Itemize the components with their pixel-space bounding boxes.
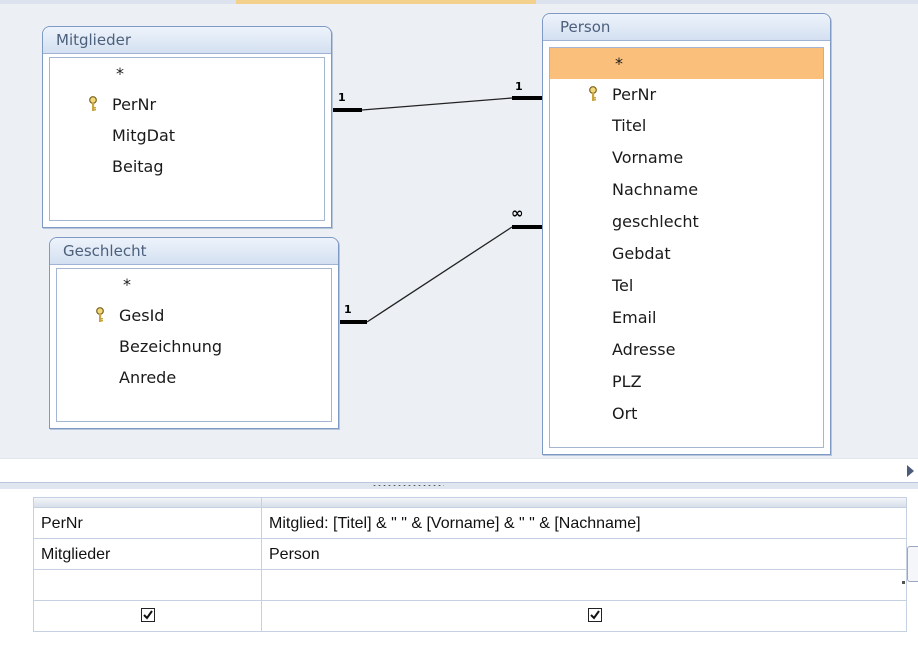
field-name: Titel <box>612 116 647 135</box>
field-titel[interactable]: Titel <box>550 110 823 141</box>
relation-from-cardinality: 1 <box>344 303 352 316</box>
field-name: * <box>615 54 623 73</box>
field-name: * <box>116 64 124 83</box>
field-list: * GesId Bezeichnung Anrede <box>56 268 332 422</box>
field-plz[interactable]: PLZ <box>550 366 823 397</box>
sort-cell[interactable] <box>262 570 907 601</box>
field-gebdat[interactable]: Gebdat <box>550 238 823 269</box>
field-nachname[interactable]: Nachname <box>550 174 823 205</box>
relation-mitglieder-person[interactable]: 1 1 <box>332 80 543 112</box>
horizontal-scrollbar[interactable] <box>0 458 918 483</box>
show-checkbox[interactable] <box>588 608 602 622</box>
field-name: MitgDat <box>112 126 176 145</box>
relation-geschlecht-person[interactable]: 1 ∞ <box>337 204 543 324</box>
primary-key-icon <box>96 307 104 322</box>
relation-from-cardinality: 1 <box>338 91 346 104</box>
primary-key-icon <box>89 96 97 111</box>
field-geschlecht[interactable]: geschlecht <box>550 206 823 237</box>
field-email[interactable]: Email <box>550 302 823 333</box>
field-pernr[interactable]: PerNr <box>550 79 823 110</box>
field-cell[interactable]: Mitglied: [Titel] & " " & [Vorname] & " … <box>262 508 907 539</box>
table-person[interactable]: Person * PerNr Titel Vorname Nachname ge… <box>542 13 831 455</box>
field-all[interactable]: * <box>57 269 331 300</box>
field-name: Tel <box>612 276 634 295</box>
table-geschlecht[interactable]: Geschlecht * GesId Bezeichnung Anrede <box>49 237 339 429</box>
field-name: * <box>123 275 131 294</box>
field-name: PerNr <box>612 85 657 104</box>
relation-to-cardinality: ∞ <box>511 204 524 222</box>
field-all[interactable]: * <box>550 48 823 79</box>
field-name: PLZ <box>612 372 642 391</box>
field-anrede[interactable]: Anrede <box>57 362 331 393</box>
column-selector[interactable] <box>262 497 907 508</box>
field-name: Beitag <box>112 157 164 176</box>
field-adresse[interactable]: Adresse <box>550 334 823 365</box>
field-mitgdat[interactable]: MitgDat <box>50 120 324 151</box>
field-name: Ort <box>612 404 638 423</box>
table-title[interactable]: Geschlecht <box>50 238 338 265</box>
field-tel[interactable]: Tel <box>550 270 823 301</box>
field-name: Adresse <box>612 340 676 359</box>
show-row <box>33 601 907 632</box>
sort-row <box>33 570 907 601</box>
checkmark-icon <box>143 610 153 620</box>
relation-to-cardinality: 1 <box>515 80 523 93</box>
field-name: Vorname <box>612 148 684 167</box>
resize-grip-icon <box>902 581 905 584</box>
table-mitglieder[interactable]: Mitglieder * PerNr MitgDat Beitag <box>42 26 332 228</box>
show-checkbox[interactable] <box>141 608 155 622</box>
field-cell[interactable]: PerNr <box>33 508 262 539</box>
field-name: GesId <box>119 306 165 325</box>
field-ort[interactable]: Ort <box>550 398 823 429</box>
field-all[interactable]: * <box>50 58 324 89</box>
table-cell[interactable]: Person <box>262 539 907 570</box>
field-name: Nachname <box>612 180 699 199</box>
field-name: Anrede <box>119 368 177 387</box>
field-list: * PerNr Titel Vorname Nachname geschlech… <box>549 47 824 448</box>
relationships-pane: 1 1 1 ∞ Mitglieder * PerNr MitgDat Beita… <box>0 0 918 458</box>
field-name: Email <box>612 308 657 327</box>
table-title[interactable]: Mitglieder <box>43 27 331 54</box>
table-row: Mitglieder Person <box>33 539 907 570</box>
sort-cell[interactable] <box>33 570 262 601</box>
scroll-right-icon[interactable] <box>907 465 914 477</box>
field-name: geschlecht <box>612 212 699 231</box>
splitter-grip-icon[interactable] <box>372 484 444 487</box>
field-list: * PerNr MitgDat Beitag <box>49 57 325 221</box>
table-title[interactable]: Person <box>543 14 830 41</box>
show-cell <box>262 601 907 632</box>
field-bezeichnung[interactable]: Bezeichnung <box>57 331 331 362</box>
table-cell[interactable]: Mitglieder <box>33 539 262 570</box>
grid-scrollbar[interactable] <box>907 546 918 582</box>
field-name: Bezeichnung <box>119 337 223 356</box>
field-name: Gebdat <box>612 244 671 263</box>
column-selector-row[interactable] <box>33 497 907 508</box>
column-selector[interactable] <box>33 497 262 508</box>
field-name: PerNr <box>112 95 157 114</box>
field-beitag[interactable]: Beitag <box>50 151 324 182</box>
show-cell <box>33 601 262 632</box>
primary-key-icon <box>589 86 597 101</box>
checkmark-icon <box>590 610 600 620</box>
field-gesid[interactable]: GesId <box>57 300 331 331</box>
field-row: PerNr Mitglied: [Titel] & " " & [Vorname… <box>33 508 907 539</box>
design-grid: PerNr Mitglied: [Titel] & " " & [Vorname… <box>0 489 918 647</box>
field-pernr[interactable]: PerNr <box>50 89 324 120</box>
field-vorname[interactable]: Vorname <box>550 142 823 173</box>
